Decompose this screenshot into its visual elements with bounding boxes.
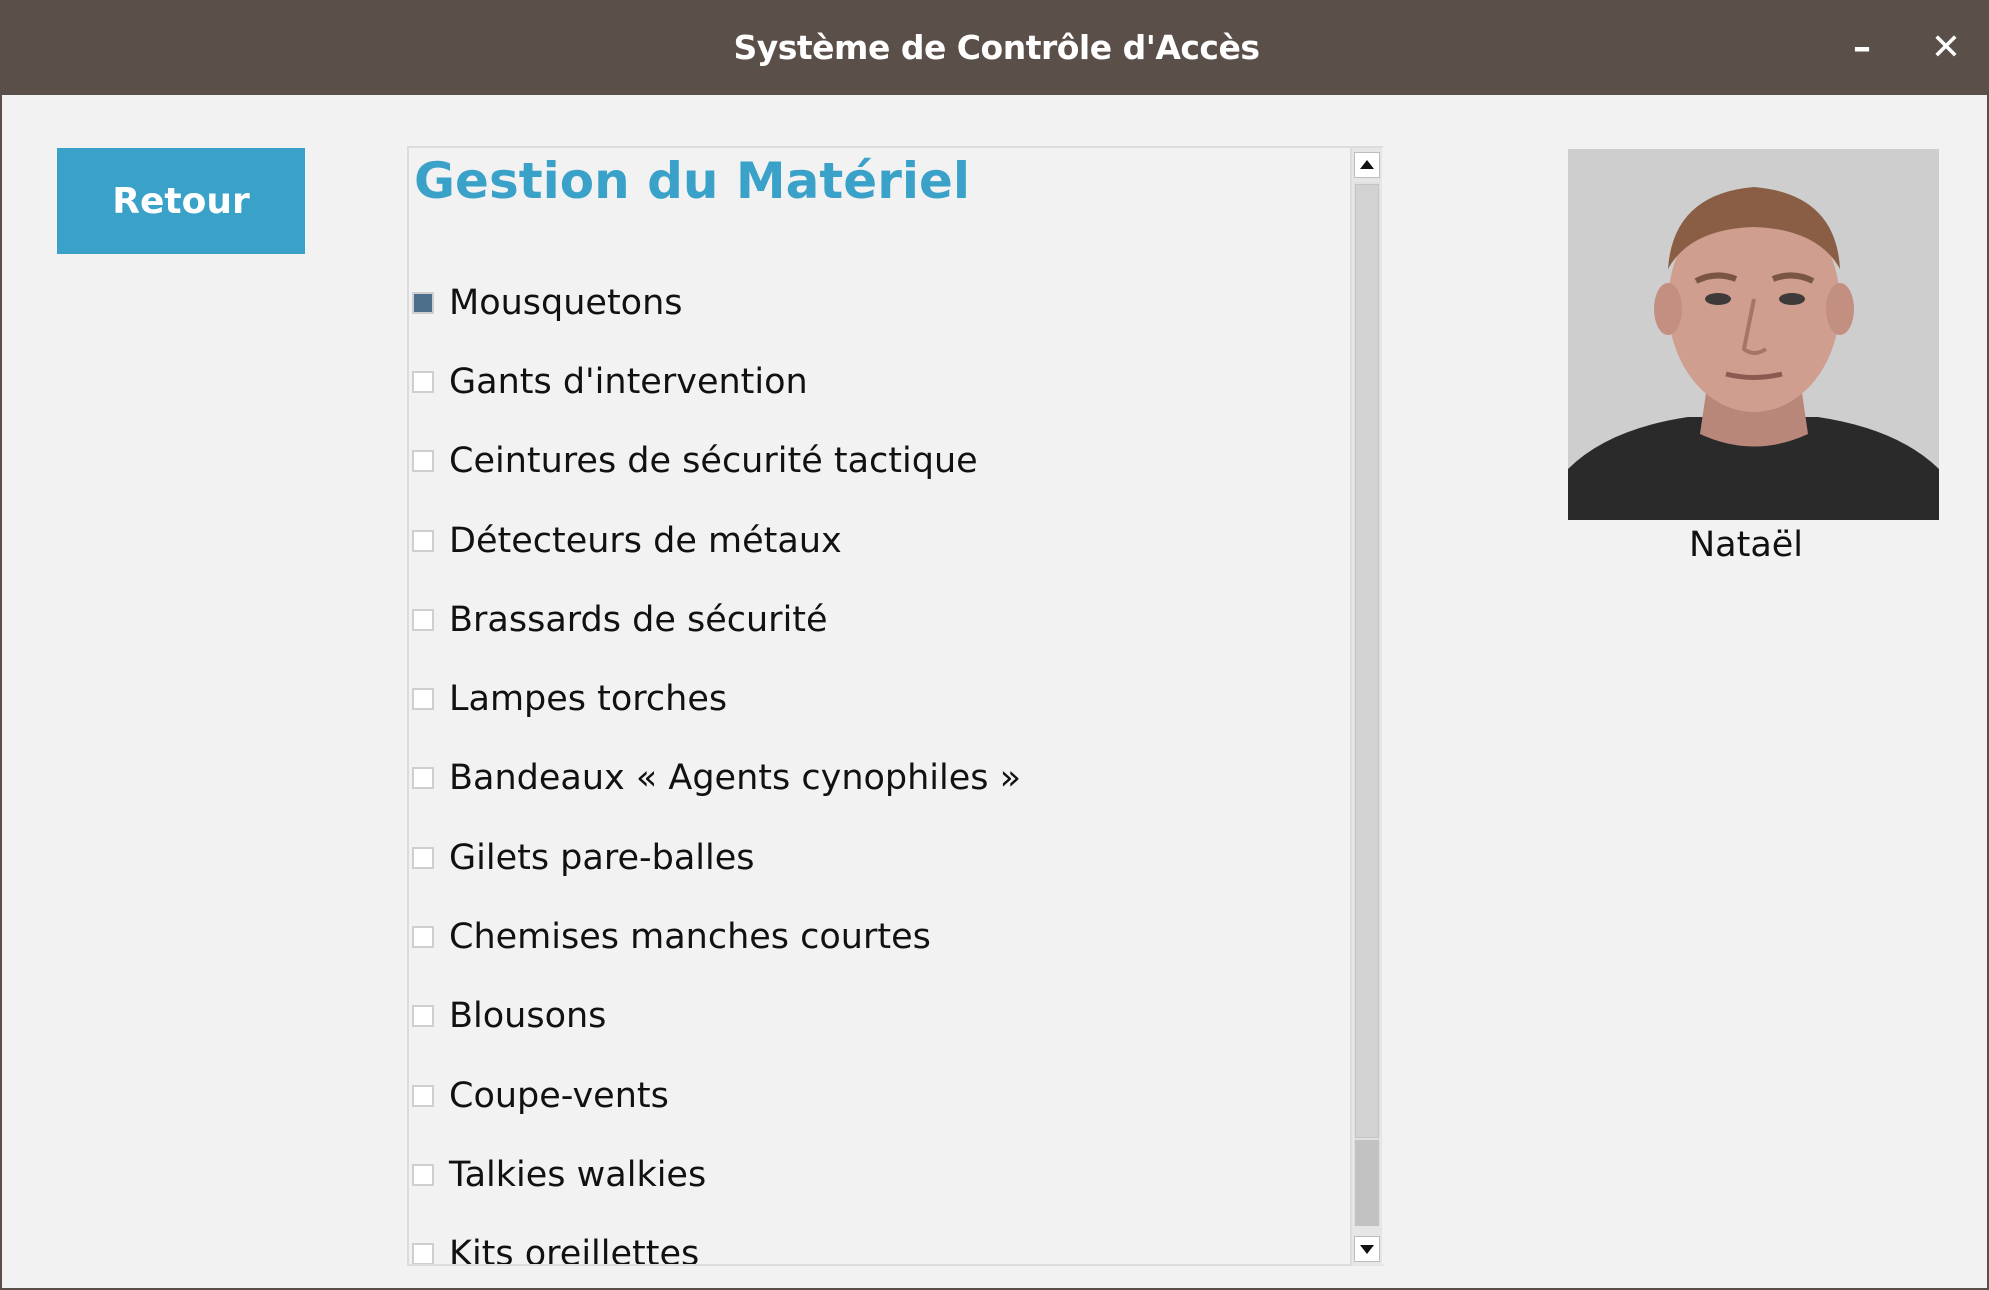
scroll-track-lower[interactable] bbox=[1355, 1140, 1379, 1226]
checkbox[interactable] bbox=[412, 370, 434, 393]
item-label: Coupe-vents bbox=[449, 1075, 669, 1116]
user-photo-icon bbox=[1568, 149, 1939, 520]
item-label: Blousons bbox=[449, 996, 607, 1037]
list-item[interactable]: Ceintures de sécurité tactique bbox=[409, 422, 1021, 501]
checkbox[interactable] bbox=[412, 1243, 434, 1264]
minimize-button[interactable]: – bbox=[1822, 0, 1902, 95]
checkbox[interactable] bbox=[412, 529, 434, 552]
checkbox[interactable] bbox=[412, 1084, 434, 1107]
checkbox[interactable] bbox=[412, 291, 434, 314]
item-label: Chemises manches courtes bbox=[449, 917, 931, 958]
item-label: Kits oreillettes bbox=[449, 1234, 700, 1266]
checkbox[interactable] bbox=[412, 846, 434, 869]
list-item[interactable]: Mousquetons bbox=[409, 263, 1021, 342]
title-bar[interactable]: Système de Contrôle d'Accès – ✕ bbox=[2, 0, 1987, 95]
checkbox[interactable] bbox=[412, 767, 434, 790]
scroll-track[interactable] bbox=[1354, 182, 1380, 1226]
item-label: Gilets pare-balles bbox=[449, 837, 755, 878]
list-item[interactable]: Brassards de sécurité bbox=[409, 580, 1021, 659]
list-item[interactable]: Bandeaux « Agents cynophiles » bbox=[409, 739, 1021, 818]
item-label: Brassards de sécurité bbox=[449, 599, 828, 640]
list-item[interactable]: Talkies walkies bbox=[409, 1135, 1021, 1214]
window-title: Système de Contrôle d'Accès bbox=[733, 28, 1260, 67]
list-item[interactable]: Gilets pare-balles bbox=[409, 818, 1021, 897]
app-window: Système de Contrôle d'Accès – ✕ Retour G… bbox=[0, 0, 1989, 1290]
item-label: Talkies walkies bbox=[449, 1154, 707, 1195]
arrow-down-icon bbox=[1360, 1245, 1374, 1254]
item-label: Ceintures de sécurité tactique bbox=[449, 441, 978, 482]
item-label: Mousquetons bbox=[449, 282, 683, 323]
back-button[interactable]: Retour bbox=[57, 148, 305, 254]
checkbox[interactable] bbox=[412, 1163, 434, 1186]
list-item[interactable]: Lampes torches bbox=[409, 659, 1021, 738]
equipment-panel: Gestion du Matériel Mousquetons Gants d'… bbox=[407, 146, 1383, 1266]
list-item[interactable]: Gants d'intervention bbox=[409, 342, 1021, 421]
equipment-list: Mousquetons Gants d'intervention Ceintur… bbox=[409, 263, 1021, 1266]
item-label: Bandeaux « Agents cynophiles » bbox=[449, 758, 1022, 799]
list-item[interactable]: Détecteurs de métaux bbox=[409, 501, 1021, 580]
panel-title: Gestion du Matériel bbox=[414, 152, 971, 210]
checkbox[interactable] bbox=[412, 926, 434, 949]
close-button[interactable]: ✕ bbox=[1906, 0, 1986, 95]
item-label: Gants d'intervention bbox=[449, 361, 808, 402]
user-name: Nataël bbox=[1688, 525, 1804, 565]
user-photo bbox=[1568, 149, 1939, 520]
checkbox[interactable] bbox=[412, 688, 434, 711]
checkbox[interactable] bbox=[412, 1005, 434, 1028]
item-label: Détecteurs de métaux bbox=[449, 520, 842, 561]
checkbox[interactable] bbox=[412, 608, 434, 631]
list-item[interactable]: Chemises manches courtes bbox=[409, 897, 1021, 976]
arrow-up-icon bbox=[1360, 160, 1374, 169]
list-item[interactable]: Coupe-vents bbox=[409, 1056, 1021, 1135]
vertical-scrollbar[interactable] bbox=[1350, 148, 1382, 1266]
scroll-thumb[interactable] bbox=[1355, 184, 1379, 1138]
checkbox[interactable] bbox=[412, 450, 434, 473]
list-item[interactable]: Blousons bbox=[409, 977, 1021, 1056]
scroll-down-button[interactable] bbox=[1354, 1236, 1380, 1262]
scroll-up-button[interactable] bbox=[1354, 152, 1380, 178]
item-label: Lampes torches bbox=[449, 679, 728, 720]
list-item[interactable]: Kits oreillettes bbox=[409, 1215, 1021, 1266]
